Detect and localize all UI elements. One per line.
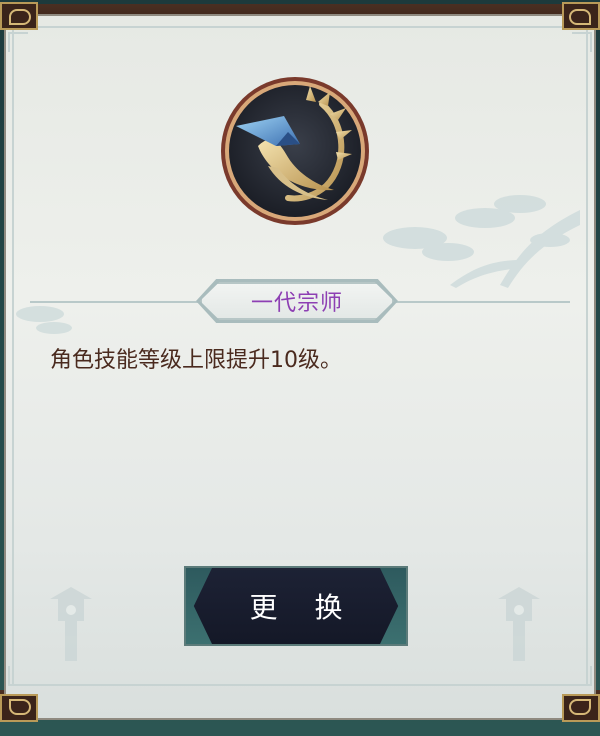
stone-lantern-icon bbox=[498, 587, 540, 661]
change-button[interactable]: 更 换 bbox=[184, 566, 408, 646]
crane-emblem-icon bbox=[221, 77, 369, 225]
talent-title: 一代宗师 bbox=[250, 291, 343, 316]
inner-corner-mark bbox=[8, 32, 28, 52]
pine-tree-decoration-icon bbox=[383, 195, 580, 288]
corner-ornament-icon bbox=[0, 2, 38, 30]
corner-ornament-icon bbox=[562, 2, 600, 30]
talent-description: 角色技能等级上限提升10级。 bbox=[50, 348, 342, 373]
inner-corner-mark bbox=[8, 666, 28, 686]
change-button-label: 更 换 bbox=[249, 591, 357, 624]
corner-ornament-icon bbox=[0, 694, 38, 722]
corner-ornament-icon bbox=[562, 694, 600, 722]
pine-tree-decoration-icon bbox=[16, 306, 72, 334]
stone-lantern-icon bbox=[50, 587, 92, 661]
inner-corner-mark bbox=[572, 32, 592, 52]
title-plate: 一代宗师 bbox=[200, 282, 394, 320]
inner-corner-mark bbox=[572, 666, 592, 686]
